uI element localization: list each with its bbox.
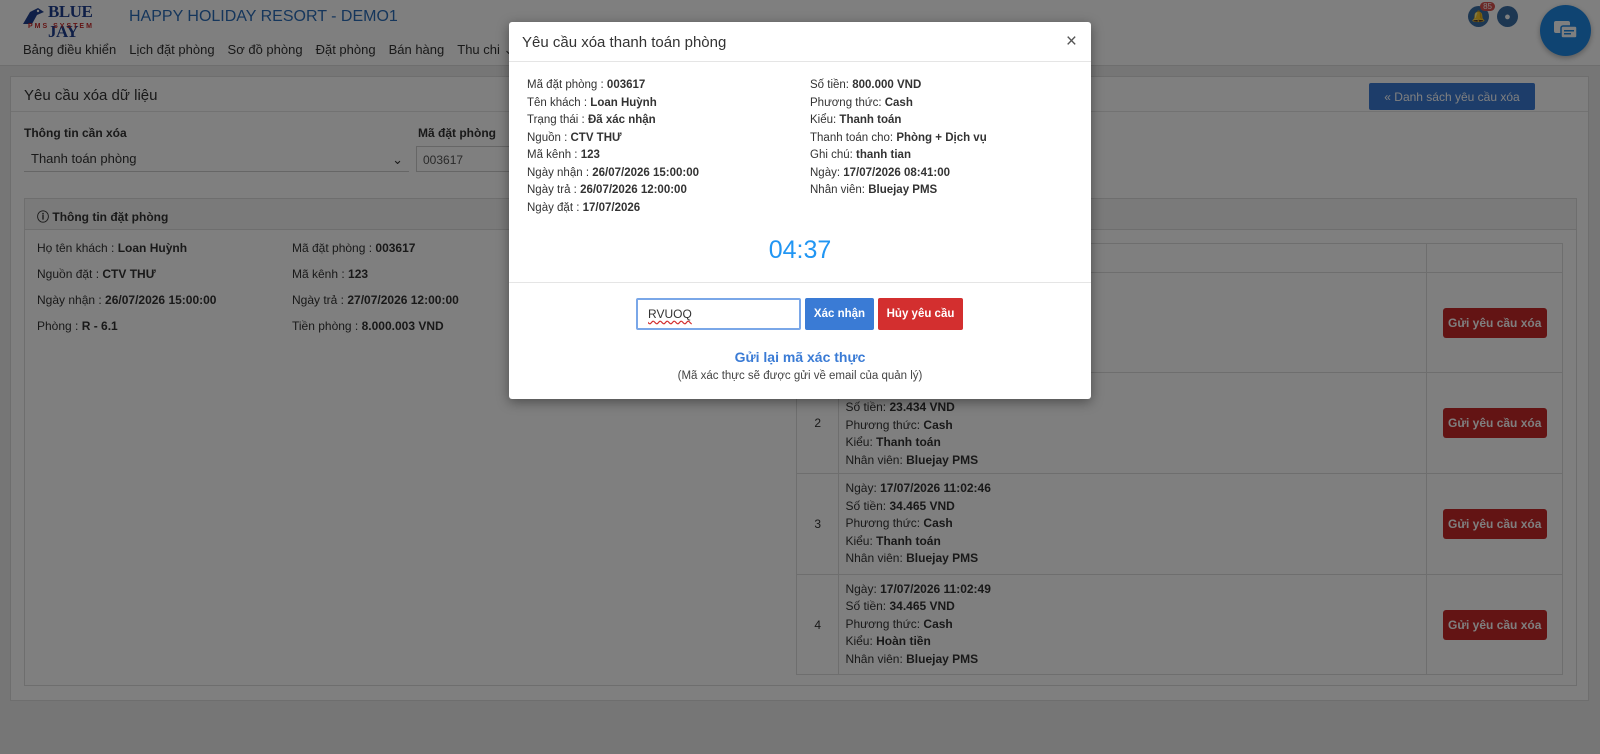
modal-channel-code-value: 123 <box>580 149 600 161</box>
modal-note: Ghi chú: thanh tian <box>810 149 911 161</box>
modal-source-label: Nguồn : <box>527 131 571 144</box>
modal-channel-code-label: Mã kênh : <box>527 149 581 161</box>
modal-checkin: Ngày nhận : 26/07/2026 15:00:00 <box>527 167 699 179</box>
modal-method-label: Phương thức: <box>810 96 885 109</box>
modal-date-label: Ngày: <box>810 166 844 179</box>
divider <box>509 282 1091 283</box>
modal-status-label: Trạng thái : <box>527 114 588 126</box>
modal-method: Phương thức: Cash <box>810 97 913 109</box>
confirm-button[interactable]: Xác nhận <box>805 298 874 330</box>
modal-type: Kiểu: Thanh toán <box>810 114 901 126</box>
delete-payment-modal: Yêu cầu xóa thanh toán phòng × Mã đặt ph… <box>509 22 1091 399</box>
modal-paid-for-label: Thanh toán cho: <box>810 131 897 144</box>
modal-staff: Nhân viên: Bluejay PMS <box>810 184 937 196</box>
resend-code-link[interactable]: Gửi lại mã xác thực <box>509 349 1091 365</box>
modal-amount-value: 800.000 VND <box>852 79 922 91</box>
modal-guest-name-value: Loan Huỳnh <box>590 96 657 109</box>
modal-checkin-label: Ngày nhận : <box>527 166 593 179</box>
modal-channel-code: Mã kênh : 123 <box>527 149 600 161</box>
modal-guest-name-label: Tên khách : <box>527 96 591 109</box>
modal-booking-code-value: 003617 <box>606 79 646 91</box>
modal-checkin-value: 26/07/2026 15:00:00 <box>592 166 700 179</box>
modal-source: Nguồn : CTV THƯ <box>527 132 622 144</box>
cancel-request-button[interactable]: Hủy yêu cầu <box>878 298 963 330</box>
modal-checkout-label: Ngày trả : <box>527 184 581 196</box>
close-icon[interactable]: × <box>1066 31 1077 53</box>
modal-date-value: 17/07/2026 08:41:00 <box>843 166 951 179</box>
modal-type-label: Kiểu: <box>810 114 840 126</box>
modal-amount: Số tiền: 800.000 VND <box>810 79 921 91</box>
modal-booking-date: Ngày đặt : 17/07/2026 <box>527 202 640 214</box>
modal-guest-name: Tên khách : Loan Huỳnh <box>527 97 657 109</box>
modal-staff-label: Nhân viên: <box>810 184 869 196</box>
modal-checkout-value: 26/07/2026 12:00:00 <box>580 184 687 196</box>
countdown-timer: 04:37 <box>768 236 832 264</box>
modal-checkout: Ngày trả : 26/07/2026 12:00:00 <box>527 184 687 196</box>
modal-type-value: Thanh toán <box>839 114 902 126</box>
modal-paid-for: Thanh toán cho: Phòng + Dịch vụ <box>810 132 987 144</box>
modal-date: Ngày: 17/07/2026 08:41:00 <box>810 167 950 179</box>
modal-note-label: Ghi chú: <box>810 149 857 161</box>
modal-title: Yêu cầu xóa thanh toán phòng <box>522 34 727 51</box>
divider <box>509 61 1091 62</box>
modal-status: Trạng thái : Đã xác nhận <box>527 114 656 126</box>
modal-note-value: thanh tian <box>856 149 911 161</box>
modal-booking-code: Mã đặt phòng : 003617 <box>527 79 645 91</box>
verification-code-input[interactable]: RVUOQ <box>636 298 801 330</box>
modal-paid-for-value: Phòng + Dịch vụ <box>896 131 987 144</box>
modal-staff-value: Bluejay PMS <box>868 184 938 196</box>
modal-source-value: CTV THƯ <box>570 131 622 144</box>
modal-booking-code-label: Mã đặt phòng : <box>527 79 607 91</box>
modal-booking-date-label: Ngày đặt : <box>527 201 583 214</box>
modal-booking-date-value: 17/07/2026 <box>582 201 641 214</box>
resend-code-note: (Mã xác thực sẽ được gửi về email của qu… <box>677 370 923 382</box>
modal-method-value: Cash <box>884 96 913 109</box>
modal-status-value: Đã xác nhận <box>587 114 656 126</box>
modal-amount-label: Số tiền: <box>810 79 853 91</box>
